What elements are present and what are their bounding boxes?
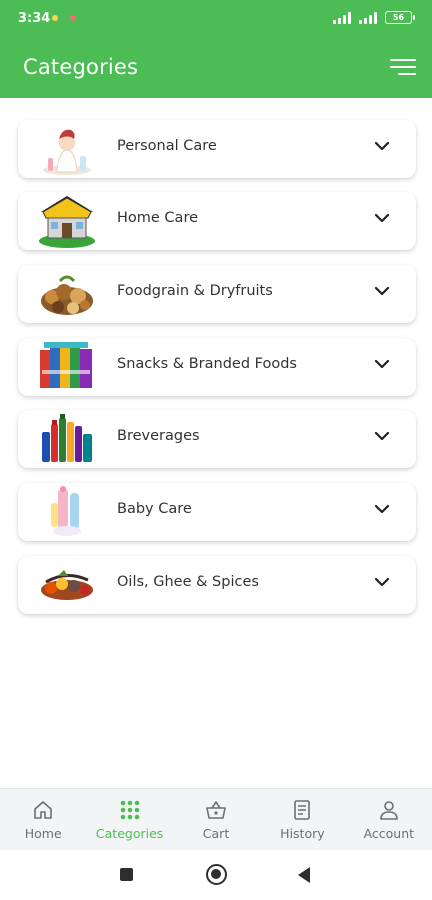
chevron-down-icon[interactable] [374, 577, 390, 587]
chevron-down-icon[interactable] [374, 431, 390, 441]
grid-icon [120, 800, 139, 820]
nav-cart[interactable]: Cart [173, 789, 259, 850]
category-personal-care[interactable]: Personal Care [18, 120, 416, 178]
system-home-button[interactable] [206, 864, 227, 885]
battery-icon: 56 [385, 11, 415, 24]
home-icon [34, 801, 53, 819]
home-care-image [39, 196, 95, 248]
chevron-down-icon[interactable] [374, 213, 390, 223]
menu-button[interactable] [388, 56, 416, 78]
system-nav-bar [0, 850, 432, 900]
foodgrain-image [41, 275, 93, 315]
category-label: Foodgrain & Dryfruits [117, 283, 273, 299]
status-time: 3:34 [18, 11, 51, 26]
category-label: Home Care [117, 210, 199, 226]
bottom-nav: Home Categories Cart History Account [0, 788, 432, 850]
nav-account-label: Account [363, 826, 415, 841]
page-title: Categories [23, 55, 139, 79]
system-back-button[interactable] [298, 867, 310, 883]
category-snacks-branded-foods[interactable]: Snacks & Branded Foods [18, 338, 416, 396]
signal-2-icon [359, 11, 377, 24]
chevron-down-icon[interactable] [374, 286, 390, 296]
notification-dot-icon [52, 15, 58, 21]
basket-icon [206, 801, 226, 819]
user-icon [380, 801, 398, 820]
snacks-image [40, 342, 92, 388]
category-label: Oils, Ghee & Spices [117, 574, 259, 590]
nav-categories[interactable]: Categories [86, 789, 172, 850]
status-bar: 3:34 56 [0, 0, 432, 40]
beverages-image [42, 414, 92, 462]
chevron-down-icon[interactable] [374, 359, 390, 369]
status-indicators: 56 [333, 11, 415, 24]
category-oils-ghee-spices[interactable]: Oils, Ghee & Spices [18, 556, 416, 614]
nav-account[interactable]: Account [346, 789, 432, 850]
category-home-care[interactable]: Home Care [18, 192, 416, 250]
category-baby-care[interactable]: Baby Care [18, 483, 416, 541]
nav-home[interactable]: Home [0, 789, 86, 850]
category-foodgrain-dryfruits[interactable]: Foodgrain & Dryfruits [18, 265, 416, 323]
app-bar: Categories [0, 40, 432, 98]
signal-icon [333, 11, 351, 24]
menu-icon [390, 59, 416, 61]
category-beverages[interactable]: Breverages [18, 410, 416, 468]
nav-categories-label: Categories [95, 826, 164, 841]
notification-dot-icon [70, 15, 76, 21]
oils-spices-image [41, 570, 93, 600]
nav-history[interactable]: History [259, 789, 345, 850]
notification-icons [52, 15, 76, 21]
recent-apps-button[interactable] [120, 868, 133, 881]
chevron-down-icon[interactable] [374, 504, 390, 514]
baby-care-image [51, 486, 81, 536]
nav-history-label: History [280, 826, 325, 841]
nav-home-label: Home [24, 826, 62, 841]
category-label: Snacks & Branded Foods [117, 356, 297, 372]
receipt-icon [294, 800, 311, 820]
chevron-down-icon[interactable] [374, 141, 390, 151]
category-label: Breverages [117, 428, 200, 444]
category-label: Baby Care [117, 501, 192, 517]
nav-cart-label: Cart [202, 826, 230, 841]
category-label: Personal Care [117, 138, 217, 154]
personal-care-image [43, 129, 91, 175]
battery-level: 56 [392, 13, 405, 22]
